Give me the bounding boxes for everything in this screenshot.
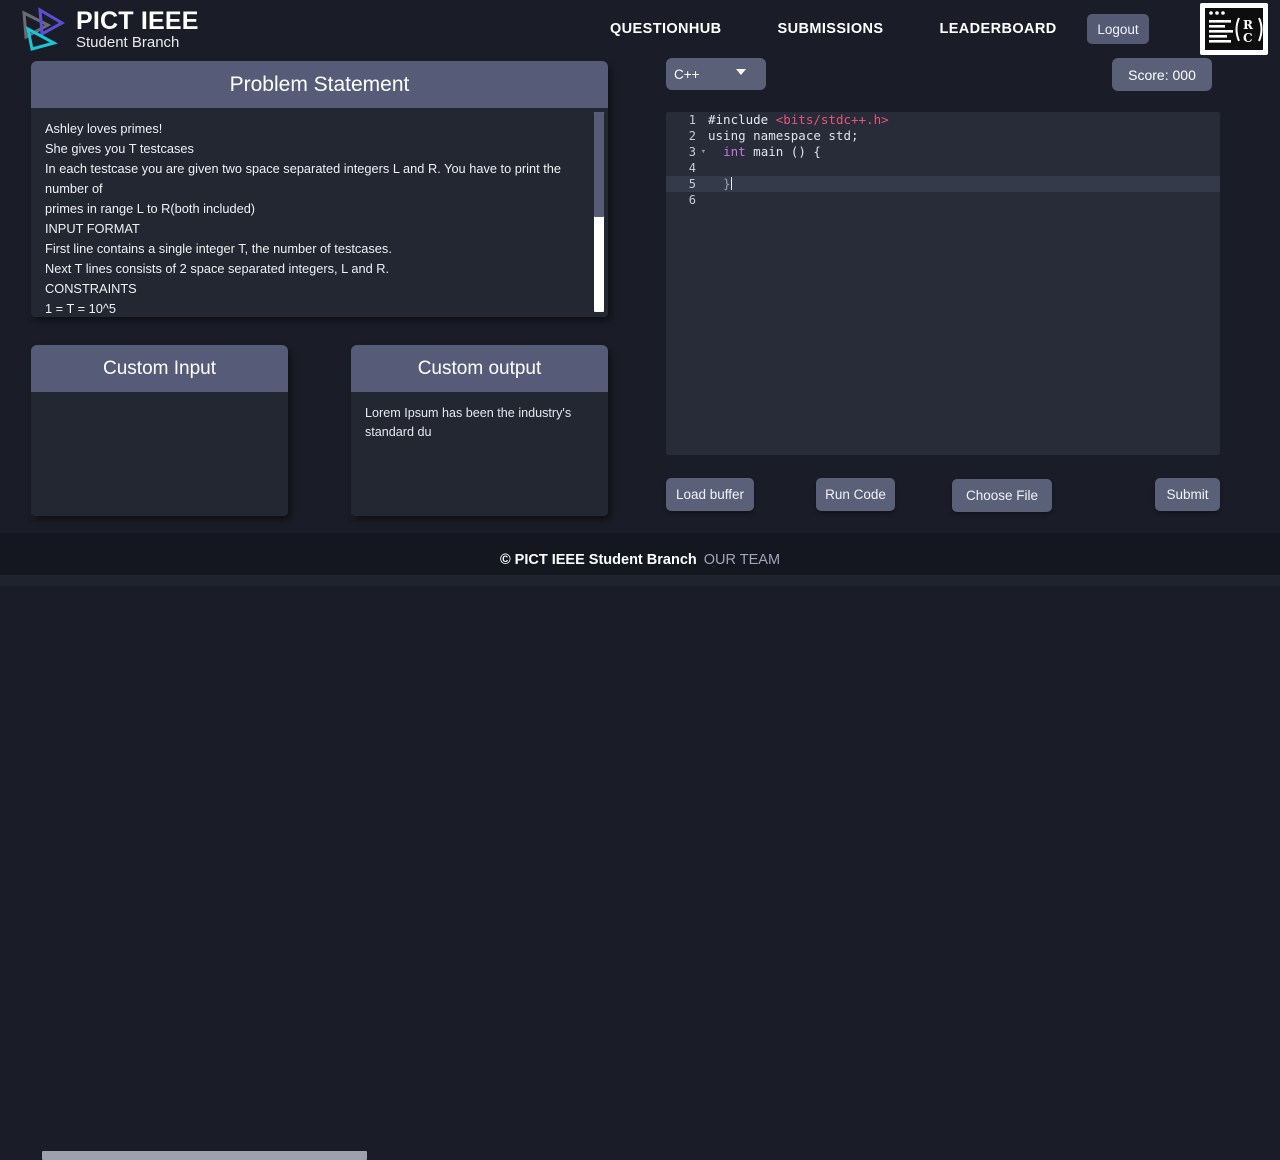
navbar: PICT IEEE Student Branch QUESTIONHUB SUB… [0,0,1280,58]
language-select[interactable]: C++CJavaPython [666,58,766,90]
problem-line: primes in range L to R(both included) [45,201,256,216]
editor-line-number: 3 ▾ [688,145,706,159]
brand[interactable]: PICT IEEE Student Branch [20,7,199,51]
code-editor[interactable]: 1 #include <bits/stdc++.h> 2 using namespac… [666,112,1220,455]
editor-code-text: #include <bits/stdc++.h> [708,112,889,127]
problem-line: She gives you T testcases [45,141,194,156]
problem-line: In each testcase you are given two space… [45,161,565,196]
score-badge: Score: 000 [1112,58,1212,91]
submit-button[interactable]: Submit [1155,478,1220,511]
problem-line: INPUT FORMAT [45,221,140,236]
problem-statement-title: Problem Statement [31,61,608,108]
choose-file-button[interactable]: Choose File [952,479,1052,512]
brand-title: PICT IEEE [76,6,199,35]
nav-link-questionhub[interactable]: QUESTIONHUB [610,21,722,37]
nav-link-leaderboard[interactable]: LEADERBOARD [939,21,1056,37]
editor-line[interactable]: 1 #include <bits/stdc++.h> [666,112,1220,128]
text-cursor [730,177,732,190]
problem-scrollbar-thumb[interactable] [594,112,604,217]
run-code-button[interactable]: Run Code [816,478,895,511]
fold-arrow-icon[interactable]: ▾ [701,144,706,160]
problem-line: CONSTRAINTS [45,281,137,296]
editor-code-text: int main () { [723,144,821,159]
editor-line[interactable]: 2 using namespace std; [666,128,1220,144]
editor-line[interactable]: 4 [666,160,1220,176]
custom-output-panel: Custom output Lorem Ipsum has been the i… [351,345,608,516]
logout-button[interactable]: Logout [1087,14,1149,44]
editor-line-number: 2 [688,129,696,143]
footer-copyright: © PICT IEEE Student Branch [499,551,697,568]
editor-code-text [700,160,708,176]
nav-links: QUESTIONHUB SUBMISSIONS LEADERBOARD [610,21,1057,37]
custom-output-title: Custom output [351,345,608,392]
editor-line-number: 6 [688,193,696,207]
problem-line: Next T lines consists of 2 space separat… [45,261,390,276]
page-horizontal-scrollbar-thumb[interactable] [42,1151,367,1160]
problem-line: First line contains a single integer T, … [45,241,392,256]
editor-line-number: 4 [688,161,696,175]
code-window-rc-icon[interactable]: R C [1200,3,1268,55]
problem-line: 1 = T = 10^5 [45,301,116,316]
triangles-logo-icon [22,7,66,51]
editor-line[interactable]: 3 ▾ int main () { [666,144,1220,160]
footer-team-link[interactable]: OUR TEAM [704,552,780,568]
problem-statement-panel: Problem Statement Ashley loves primes! S… [31,61,608,317]
editor-code-text: } [708,176,732,191]
editor-line-number: 5 [688,177,696,191]
problem-scrollbar[interactable] [594,112,604,312]
custom-input-title: Custom Input [31,345,288,392]
page-horizontal-scrollbar[interactable] [0,575,1280,1160]
svg-text:R: R [1243,18,1254,32]
load-buffer-button[interactable]: Load buffer [666,478,754,511]
custom-input-field[interactable] [31,392,288,516]
editor-line[interactable]: 5 } [666,176,1220,192]
editor-code-text [700,192,708,208]
custom-output-field: Lorem Ipsum has been the industry's stan… [351,392,608,516]
problem-statement-body: Ashley loves primes! She gives you T tes… [31,108,608,317]
editor-line[interactable]: 6 [666,192,1220,208]
editor-line-number: 1 [688,113,696,127]
problem-line: Ashley loves primes! [45,121,163,136]
editor-code-text: using namespace std; [708,128,859,143]
custom-input-panel: Custom Input [31,345,288,516]
brand-subtitle: Student Branch [76,33,180,51]
svg-text:C: C [1243,31,1253,45]
nav-link-submissions[interactable]: SUBMISSIONS [778,21,884,37]
